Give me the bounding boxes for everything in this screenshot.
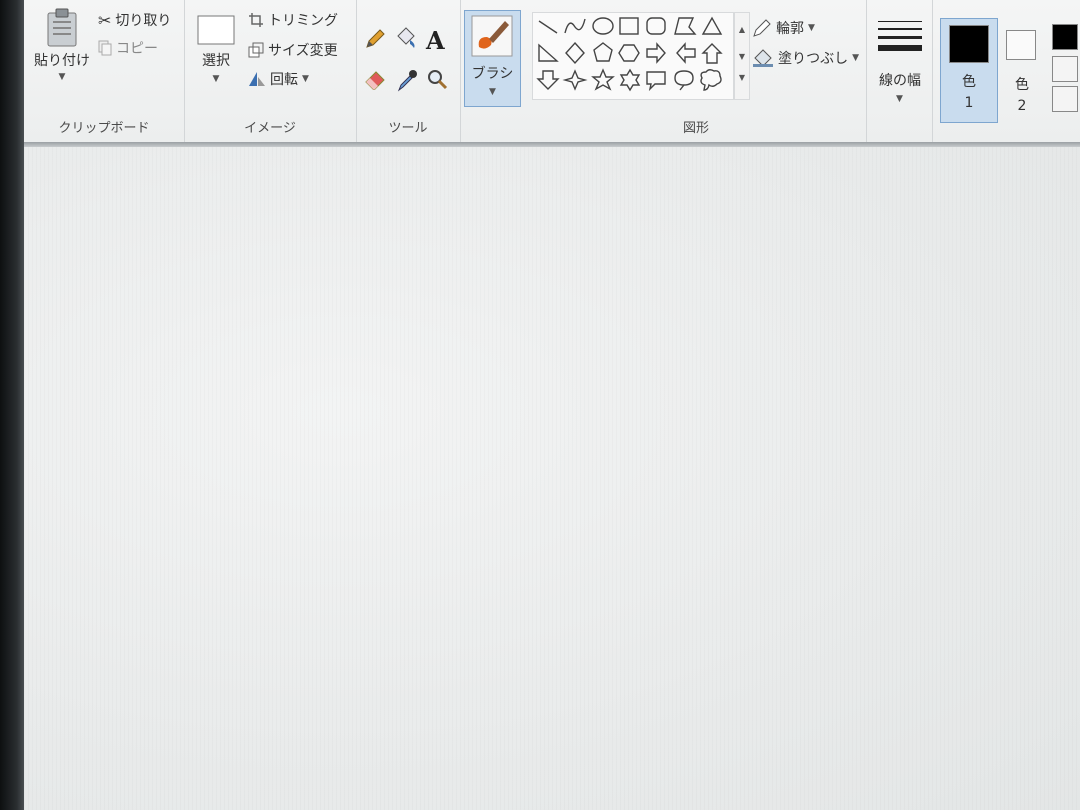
copy-label: コピー xyxy=(116,41,158,57)
size-group: 線の幅 ▼ xyxy=(866,0,933,142)
chevron-down-icon: ▼ xyxy=(896,94,903,104)
paintbrush-icon xyxy=(471,15,513,57)
brushes-label: ブラシ xyxy=(471,66,514,82)
select-label: 選択 xyxy=(202,53,230,69)
size-button[interactable]: 線の幅 ▼ xyxy=(874,14,926,104)
palette-swatch-white[interactable] xyxy=(1052,56,1078,82)
outline-label: 輪郭 xyxy=(776,21,804,37)
magnifier-icon[interactable] xyxy=(426,68,448,90)
select-button[interactable]: 選択 ▼ xyxy=(196,14,236,84)
color1-number: 1 xyxy=(964,95,974,111)
crop-label: トリミング xyxy=(268,13,338,29)
drawing-canvas[interactable] xyxy=(24,147,1080,810)
color2-button[interactable]: 色 2 xyxy=(1002,24,1042,120)
palette-swatch-black[interactable] xyxy=(1052,24,1078,50)
crop-button[interactable]: トリミング xyxy=(248,10,338,30)
scissors-icon: ✂ xyxy=(98,10,112,30)
shapes-group: ▲ ▼ ▼ 輪郭 ▼ 塗りつぶし ▼ 図形 xyxy=(526,0,867,142)
cut-button[interactable]: ✂ 切り取り xyxy=(98,10,171,30)
shapes-gallery xyxy=(532,12,734,100)
chevron-down-icon: ▼ xyxy=(489,87,496,97)
fill-icon xyxy=(752,48,774,68)
pencil-icon[interactable] xyxy=(364,28,386,50)
clipboard-group-label: クリップボード xyxy=(58,121,150,136)
monitor-bezel xyxy=(0,0,24,810)
line-width-icon xyxy=(878,20,922,54)
paste-label: 貼り付け xyxy=(34,53,90,69)
chevron-down-icon: ▼ xyxy=(58,72,66,82)
rotate-icon xyxy=(248,71,266,87)
paste-button[interactable]: 貼り付け ▼ xyxy=(34,8,90,82)
crop-icon xyxy=(248,12,264,28)
fill-button[interactable]: 塗りつぶし ▼ xyxy=(752,48,859,68)
outline-button[interactable]: 輪郭 ▼ xyxy=(752,18,815,38)
tools-group: A ツール xyxy=(356,0,461,142)
chevron-down-icon: ▼ xyxy=(302,74,309,84)
palette-swatch-empty[interactable] xyxy=(1052,86,1078,112)
ribbon: 貼り付け ▼ ✂ 切り取り コピー クリップボード 選択 ▼ トリミング サイズ… xyxy=(24,0,1080,144)
chevron-down-icon: ▼ xyxy=(852,53,860,63)
shapes-line[interactable] xyxy=(533,13,561,41)
selection-rectangle-icon xyxy=(196,14,236,46)
outline-pen-icon xyxy=(752,18,772,38)
clipboard-group: 貼り付け ▼ ✂ 切り取り コピー クリップボード xyxy=(24,0,185,142)
resize-icon xyxy=(248,42,264,58)
eraser-icon[interactable] xyxy=(364,68,388,90)
cut-label: 切り取り xyxy=(115,13,172,29)
scroll-up-icon[interactable]: ▲ xyxy=(735,25,749,34)
rotate-button[interactable]: 回転 ▼ xyxy=(248,69,309,89)
scroll-down-icon[interactable]: ▼ xyxy=(735,52,749,61)
tools-group-label: ツール xyxy=(388,121,428,136)
paint-window: 貼り付け ▼ ✂ 切り取り コピー クリップボード 選択 ▼ トリミング サイズ… xyxy=(24,0,1080,810)
image-group-label: イメージ xyxy=(244,121,296,136)
color2-number: 2 xyxy=(1017,98,1027,114)
copy-icon xyxy=(98,40,112,56)
fill-label: 塗りつぶし xyxy=(778,51,849,67)
image-group: 選択 ▼ トリミング サイズ変更 回転 ▼ イメージ xyxy=(184,0,357,142)
clipboard-icon xyxy=(45,8,79,48)
fill-bucket-icon[interactable] xyxy=(394,26,418,50)
copy-button[interactable]: コピー xyxy=(98,38,158,58)
color1-swatch xyxy=(949,25,989,63)
color2-label: 色 xyxy=(1015,77,1029,93)
shapes-group-label: 図形 xyxy=(682,121,709,136)
color-picker-icon[interactable] xyxy=(396,68,418,92)
color2-swatch xyxy=(1006,30,1036,60)
resize-label: サイズ変更 xyxy=(268,43,338,59)
size-label: 線の幅 xyxy=(879,73,921,89)
brushes-button[interactable]: ブラシ ▼ xyxy=(464,10,521,107)
shapes-gallery-scrollbar[interactable]: ▲ ▼ ▼ xyxy=(734,12,750,100)
chevron-down-icon: ▼ xyxy=(808,23,815,33)
resize-button[interactable]: サイズ変更 xyxy=(248,40,338,60)
gallery-expand-icon[interactable]: ▼ xyxy=(735,73,749,82)
color1-button[interactable]: 色 1 xyxy=(940,18,998,123)
text-tool-icon[interactable]: A xyxy=(426,26,445,55)
rotate-label: 回転 xyxy=(270,72,298,88)
color1-label: 色 xyxy=(962,74,976,90)
chevron-down-icon: ▼ xyxy=(212,74,220,84)
